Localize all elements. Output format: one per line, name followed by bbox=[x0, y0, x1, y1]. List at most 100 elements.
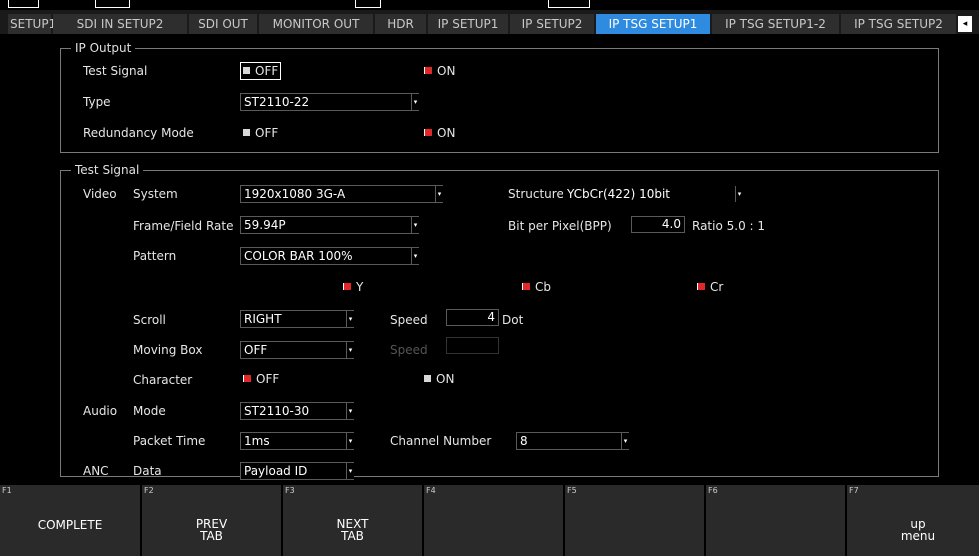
dot-label: Dot bbox=[502, 313, 524, 327]
bpp-label: Bit per Pixel(BPP) bbox=[508, 219, 612, 233]
scroll-label: Scroll bbox=[133, 313, 166, 327]
ratio-text: Ratio 5.0 : 1 bbox=[692, 219, 766, 233]
redundancy-mode-label: Redundancy Mode bbox=[83, 126, 194, 140]
fkey-label: NEXT TAB bbox=[336, 517, 369, 543]
video-label: Video bbox=[83, 187, 117, 201]
cr-checkbox[interactable]: Cr bbox=[697, 279, 723, 295]
tab-scroll-left-icon[interactable]: ◂ bbox=[958, 16, 972, 32]
dropdown-arrow-icon: ▾ bbox=[411, 94, 419, 110]
system-label: System bbox=[133, 187, 178, 201]
structure-select[interactable]: YCbCr(422) 10bit ▾ bbox=[563, 185, 743, 203]
dropdown-arrow-icon: ▾ bbox=[346, 433, 354, 449]
test-signal-title: Test Signal bbox=[71, 163, 144, 177]
fkey-number: F1 bbox=[2, 486, 12, 495]
unchecked-box-icon bbox=[424, 375, 431, 382]
dropdown-arrow-icon: ▾ bbox=[735, 186, 743, 202]
cb-checkbox[interactable]: Cb bbox=[522, 279, 551, 295]
top-marker bbox=[355, 0, 381, 8]
dropdown-arrow-icon: ▾ bbox=[346, 342, 354, 358]
f4-button[interactable]: F4 bbox=[424, 485, 565, 556]
tab-ip-tsg-setup1[interactable]: IP TSG SETUP1 bbox=[596, 14, 710, 34]
type-label: Type bbox=[83, 95, 111, 109]
top-marker bbox=[95, 0, 130, 8]
checked-box-icon bbox=[243, 375, 251, 382]
tab-hdr[interactable]: HDR bbox=[375, 14, 426, 34]
test-signal-label: Test Signal bbox=[83, 64, 148, 78]
unchecked-box-icon bbox=[243, 67, 250, 74]
tab-ip-tsg-setup1-2[interactable]: IP TSG SETUP1-2 bbox=[712, 14, 839, 34]
tab-sdi-out[interactable]: SDI OUT bbox=[189, 14, 257, 34]
moving-speed-input bbox=[446, 337, 499, 354]
redundancy-on-checkbox[interactable]: ON bbox=[424, 125, 455, 141]
dropdown-arrow-icon: ▾ bbox=[435, 186, 443, 202]
tab-sdi-in-setup2[interactable]: SDI IN SETUP2 bbox=[53, 14, 187, 34]
fkey-number: F2 bbox=[144, 486, 154, 495]
tab-ip-setup2[interactable]: IP SETUP2 bbox=[510, 14, 594, 34]
dropdown-arrow-icon: ▾ bbox=[346, 463, 354, 479]
test-signal-panel: Test Signal bbox=[60, 163, 939, 477]
packet-time-label: Packet Time bbox=[133, 434, 206, 448]
y-checkbox[interactable]: Y bbox=[343, 279, 363, 295]
fkey-number: F3 bbox=[285, 486, 295, 495]
frame-rate-select[interactable]: 59.94P ▾ bbox=[240, 216, 419, 234]
function-key-bar: F1 COMPLETE F2 PREV TAB F3 NEXT TAB F4 F5 … bbox=[0, 485, 979, 556]
f7-up-menu-button[interactable]: F7 up menu bbox=[847, 485, 979, 556]
moving-box-select[interactable]: OFF ▾ bbox=[240, 341, 354, 359]
test-signal-off-checkbox[interactable]: OFF bbox=[240, 62, 282, 80]
dropdown-arrow-icon: ▾ bbox=[621, 433, 629, 449]
redundancy-off-checkbox[interactable]: OFF bbox=[243, 125, 278, 141]
ip-output-title: IP Output bbox=[71, 41, 136, 55]
f1-complete-button[interactable]: F1 COMPLETE bbox=[0, 485, 142, 556]
f3-next-tab-button[interactable]: F3 NEXT TAB bbox=[283, 485, 424, 556]
f5-button[interactable]: F5 bbox=[565, 485, 706, 556]
checked-box-icon bbox=[424, 67, 432, 74]
test-signal-on-checkbox[interactable]: ON bbox=[424, 63, 455, 79]
fkey-label: PREV TAB bbox=[195, 517, 228, 543]
checked-box-icon bbox=[522, 283, 530, 290]
frame-rate-label: Frame/Field Rate bbox=[133, 219, 234, 233]
pattern-select[interactable]: COLOR BAR 100% ▾ bbox=[240, 247, 419, 265]
top-marker bbox=[8, 0, 39, 8]
character-off-checkbox[interactable]: OFF bbox=[243, 371, 279, 387]
fkey-label: up menu bbox=[900, 517, 936, 543]
channel-number-label: Channel Number bbox=[390, 434, 492, 448]
character-label: Character bbox=[133, 373, 193, 387]
tab-ip-setup1[interactable]: IP SETUP1 bbox=[428, 14, 508, 34]
checked-box-icon bbox=[697, 283, 705, 290]
tab-ip-tsg-setup2[interactable]: IP TSG SETUP2 bbox=[841, 14, 956, 34]
dropdown-arrow-icon: ▾ bbox=[346, 311, 354, 327]
fkey-number: F6 bbox=[708, 486, 718, 495]
mode-select[interactable]: ST2110-30 ▾ bbox=[240, 402, 354, 420]
tab-monitor-out[interactable]: MONITOR OUT bbox=[259, 14, 373, 34]
scroll-select[interactable]: RIGHT ▾ bbox=[240, 310, 354, 328]
speed-label: Speed bbox=[390, 313, 428, 327]
audio-label: Audio bbox=[83, 404, 118, 418]
structure-label: Structure bbox=[508, 187, 564, 201]
moving-box-label: Moving Box bbox=[133, 343, 203, 357]
tab-setup1[interactable]: SETUP1 bbox=[8, 14, 56, 34]
pattern-label: Pattern bbox=[133, 249, 177, 263]
moving-speed-label: Speed bbox=[390, 343, 428, 357]
data-select[interactable]: Payload ID ▾ bbox=[240, 462, 354, 480]
anc-label: ANC bbox=[83, 464, 109, 478]
fkey-number: F7 bbox=[849, 486, 859, 495]
f6-button[interactable]: F6 bbox=[706, 485, 847, 556]
fkey-number: F5 bbox=[567, 486, 577, 495]
fkey-number: F4 bbox=[426, 486, 436, 495]
mode-label: Mode bbox=[133, 404, 166, 418]
type-select[interactable]: ST2110-22 ▾ bbox=[240, 93, 419, 111]
system-select[interactable]: 1920x1080 3G-A ▾ bbox=[240, 185, 443, 203]
f2-prev-tab-button[interactable]: F2 PREV TAB bbox=[142, 485, 283, 556]
checked-box-icon bbox=[343, 283, 351, 290]
speed-input[interactable]: 4 bbox=[446, 309, 499, 326]
character-on-checkbox[interactable]: ON bbox=[424, 371, 454, 387]
top-marker bbox=[548, 0, 590, 8]
tab-bar: SETUP1 SDI IN SETUP2 SDI OUT MONITOR OUT… bbox=[0, 10, 979, 34]
bpp-input[interactable]: 4.0 bbox=[631, 216, 685, 233]
packet-time-select[interactable]: 1ms ▾ bbox=[240, 432, 354, 450]
checked-box-icon bbox=[424, 129, 432, 136]
dropdown-arrow-icon: ▾ bbox=[411, 248, 419, 264]
dropdown-arrow-icon: ▾ bbox=[346, 403, 354, 419]
channel-number-select[interactable]: 8 ▾ bbox=[516, 432, 629, 450]
unchecked-box-icon bbox=[243, 129, 250, 136]
